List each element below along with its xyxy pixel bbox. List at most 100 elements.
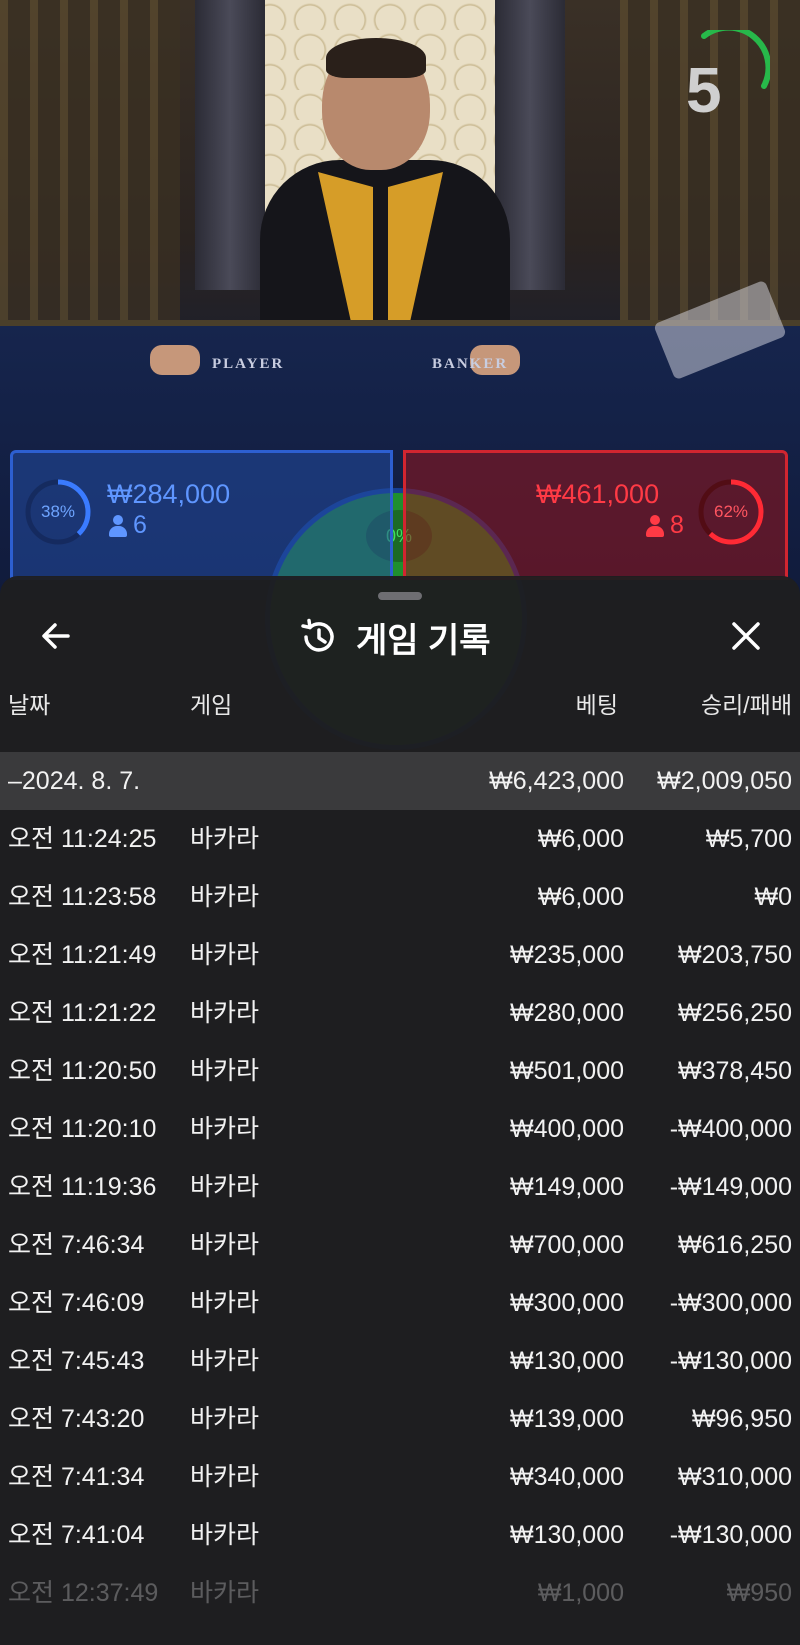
column-header-game: 게임 <box>190 692 233 718</box>
row-game: 바카라 <box>190 1405 260 1433</box>
banker-bet-area[interactable]: 62% ₩461,000 8 <box>403 450 788 580</box>
history-row[interactable]: 오전 7:46:34 바카라 ₩700,000 ₩616,250 <box>0 1216 800 1274</box>
person-icon <box>109 514 127 537</box>
row-game: 바카라 <box>190 1463 260 1491</box>
row-time: 오전 11:19:36 <box>8 1173 157 1201</box>
player-bet-area[interactable]: 38% ₩284,000 6 <box>10 450 393 580</box>
row-game: 바카라 <box>190 825 260 853</box>
person-icon <box>646 514 664 537</box>
row-game: 바카라 <box>190 999 260 1027</box>
column-header-date: 날짜 <box>8 692 51 718</box>
row-winloss: ₩0 <box>754 883 793 911</box>
row-winloss: ₩5,700 <box>705 825 792 853</box>
row-time: 오전 7:46:09 <box>8 1289 145 1317</box>
row-bet: ₩501,000 <box>510 1057 624 1085</box>
row-time: 오전 11:23:58 <box>8 883 157 911</box>
row-winloss: -₩300,000 <box>669 1289 792 1317</box>
player-percentage: 38% <box>40 502 76 521</box>
row-game: 바카라 <box>190 1231 260 1259</box>
history-row[interactable]: 오전 11:23:58 바카라 ₩6,000 ₩0 <box>0 868 800 926</box>
history-row[interactable]: 오전 7:43:20 바카라 ₩139,000 ₩96,950 <box>0 1390 800 1448</box>
row-bet: ₩6,000 <box>537 883 624 911</box>
date-summary-row[interactable]: –2024. 8. 7. ₩6,423,000 ₩2,009,050 <box>0 752 800 810</box>
row-bet: ₩130,000 <box>510 1521 624 1549</box>
row-winloss: -₩400,000 <box>669 1115 792 1143</box>
row-game: 바카라 <box>190 1521 260 1549</box>
summary-winloss: ₩2,009,050 <box>657 767 792 795</box>
row-winloss: -₩149,000 <box>669 1173 792 1201</box>
sheet-drag-handle[interactable] <box>378 592 422 600</box>
row-bet: ₩280,000 <box>510 999 624 1027</box>
wall-panel-left <box>0 0 180 330</box>
banker-bettor-count: 8 <box>646 511 684 540</box>
column-header-bet: 베팅 <box>575 692 618 718</box>
player-bet-amount: ₩284,000 <box>107 479 231 509</box>
row-time: 오전 7:41:34 <box>8 1463 145 1491</box>
history-row[interactable]: 오전 7:45:43 바카라 ₩130,000 -₩130,000 <box>0 1332 800 1390</box>
timer-seconds: 5 <box>686 54 722 126</box>
player-ring: 38% <box>23 477 93 547</box>
history-row[interactable]: 오전 11:21:49 바카라 ₩235,000 ₩203,750 <box>0 926 800 984</box>
row-game: 바카라 <box>190 1115 260 1143</box>
history-row-partial[interactable]: 오전 12:37:49 바카라 ₩1,000 ₩950 <box>0 1564 800 1622</box>
row-bet: ₩6,000 <box>537 825 624 853</box>
table-player-label: PLAYER <box>212 356 285 372</box>
row-winloss: -₩130,000 <box>669 1521 792 1549</box>
row-game: 바카라 <box>190 1289 260 1317</box>
sheet-title-text: 게임 기록 <box>356 621 491 660</box>
row-winloss: ₩616,250 <box>678 1231 792 1259</box>
row-bet: ₩300,000 <box>510 1289 624 1317</box>
history-row[interactable]: 오전 7:41:04 바카라 ₩130,000 -₩130,000 <box>0 1506 800 1564</box>
row-time: 오전 11:21:49 <box>8 941 157 969</box>
history-icon <box>301 618 334 652</box>
row-game: 바카라 <box>190 1173 260 1201</box>
row-winloss: ₩96,950 <box>691 1405 792 1433</box>
player-bettor-count: 6 <box>109 511 147 540</box>
history-row[interactable]: 오전 11:24:25 바카라 ₩6,000 ₩5,700 <box>0 810 800 868</box>
history-list: –2024. 8. 7. ₩6,423,000 ₩2,009,050 오전 11… <box>0 752 800 1622</box>
row-bet: ₩139,000 <box>510 1405 624 1433</box>
row-game: 바카라 <box>190 1347 260 1375</box>
row-game: 바카라 <box>190 1579 260 1607</box>
history-row[interactable]: 오전 7:41:34 바카라 ₩340,000 ₩310,000 <box>0 1448 800 1506</box>
row-bet: ₩235,000 <box>510 941 624 969</box>
row-time: 오전 11:21:22 <box>8 999 157 1027</box>
row-bet: ₩400,000 <box>510 1115 624 1143</box>
row-time: 오전 11:20:10 <box>8 1115 157 1143</box>
history-row[interactable]: 오전 11:20:10 바카라 ₩400,000 -₩400,000 <box>0 1100 800 1158</box>
history-row[interactable]: 오전 11:20:50 바카라 ₩501,000 ₩378,450 <box>0 1042 800 1100</box>
summary-date: –2024. 8. 7. <box>8 767 141 795</box>
row-time: 오전 11:20:50 <box>8 1057 157 1085</box>
dealer-hand-left <box>150 345 200 375</box>
table-banker-label: BANKER <box>432 356 509 372</box>
row-winloss: ₩203,750 <box>678 941 792 969</box>
banker-percentage: 62% <box>713 502 749 521</box>
row-bet: ₩700,000 <box>510 1231 624 1259</box>
close-icon <box>732 622 760 650</box>
row-time: 오전 7:41:04 <box>8 1521 145 1549</box>
history-row[interactable]: 오전 7:46:09 바카라 ₩300,000 -₩300,000 <box>0 1274 800 1332</box>
row-bet: ₩149,000 <box>510 1173 624 1201</box>
back-button[interactable] <box>36 616 76 656</box>
banker-bet-amount: ₩461,000 <box>536 479 660 509</box>
close-button[interactable] <box>726 616 766 656</box>
history-row[interactable]: 오전 11:21:22 바카라 ₩280,000 ₩256,250 <box>0 984 800 1042</box>
row-bet: ₩130,000 <box>510 1347 624 1375</box>
row-winloss: ₩378,450 <box>678 1057 792 1085</box>
row-time: 오전 7:45:43 <box>8 1347 145 1375</box>
row-winloss: ₩950 <box>726 1579 792 1607</box>
row-winloss: -₩130,000 <box>669 1347 792 1375</box>
row-winloss: ₩256,250 <box>678 999 792 1027</box>
history-row[interactable]: 오전 11:19:36 바카라 ₩149,000 -₩149,000 <box>0 1158 800 1216</box>
row-time: 오전 12:37:49 <box>8 1579 159 1607</box>
banker-count-value: 8 <box>670 511 684 539</box>
arrow-left-icon <box>42 623 70 649</box>
row-bet: ₩1,000 <box>537 1579 624 1607</box>
sheet-title: 게임 기록 <box>298 612 491 662</box>
summary-bet: ₩6,423,000 <box>489 767 624 795</box>
player-count-value: 6 <box>133 511 147 539</box>
game-history-sheet: 게임 기록 날짜 게임 베팅 승리/패배 –2024. 8. 7. ₩6,423… <box>0 576 800 1645</box>
curtain-left <box>195 0 265 290</box>
row-game: 바카라 <box>190 1057 260 1085</box>
row-winloss: ₩310,000 <box>678 1463 792 1491</box>
